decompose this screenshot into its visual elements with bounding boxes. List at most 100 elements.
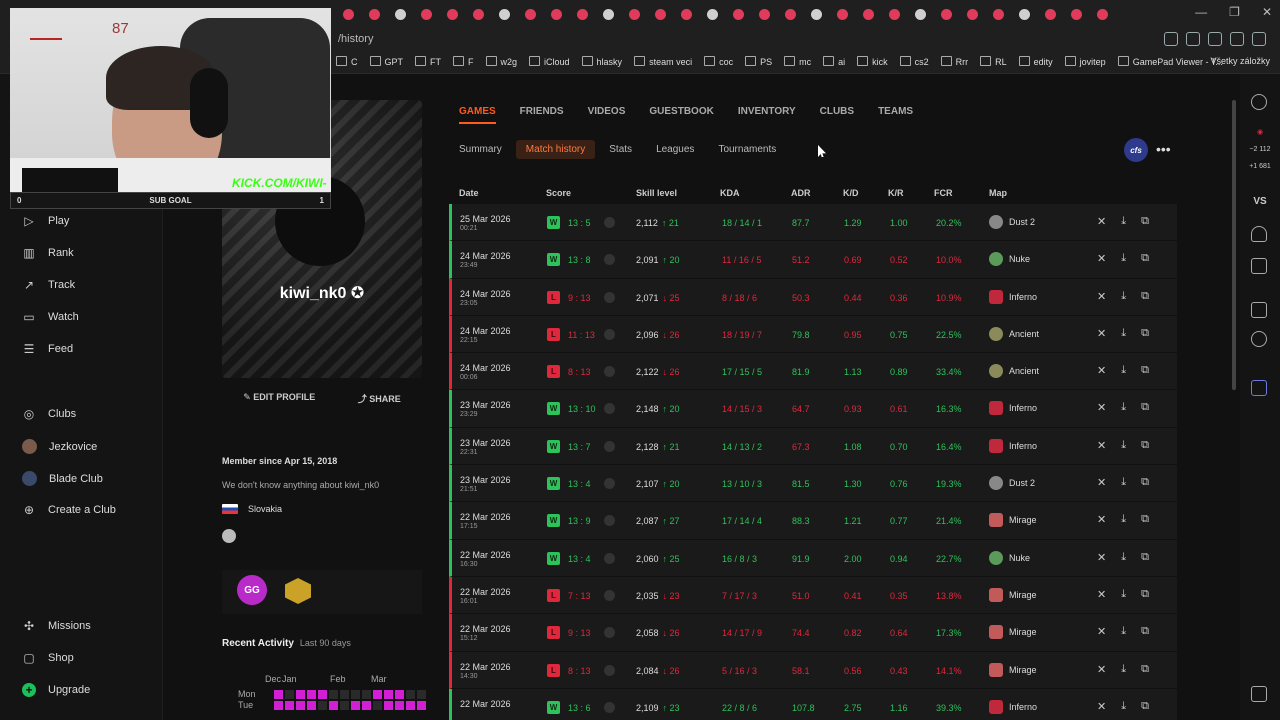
column-header-score[interactable]: Score	[546, 188, 571, 198]
sidebar-item-upgrade[interactable]: + Upgrade	[22, 683, 90, 697]
browser-tab[interactable]	[806, 4, 826, 24]
bookmark-item[interactable]: w2g	[486, 56, 518, 67]
sidebar-item-feed[interactable]: ☰ Feed	[22, 342, 73, 356]
bookmark-item[interactable]: edity	[1019, 56, 1053, 67]
browser-tab[interactable]	[442, 4, 462, 24]
table-row[interactable]: 25 Mar 2026 00:21 W 13 : 5 2,112 ↑ 21 18 / 14 …	[449, 204, 1177, 242]
download-icon[interactable]: ⤓	[1121, 700, 1126, 713]
close-icon[interactable]: ✕	[1262, 5, 1272, 19]
external-link-icon[interactable]: ⧉	[1141, 290, 1149, 303]
tools-icon[interactable]: ✕	[1097, 476, 1106, 489]
table-row[interactable]: 23 Mar 2026 21:51 W 13 : 4 2,107 ↑ 20 13 / 10 …	[449, 465, 1177, 503]
browser-tab[interactable]	[936, 4, 956, 24]
browser-tab[interactable]	[468, 4, 488, 24]
browser-tab[interactable]	[858, 4, 878, 24]
bookmark-item[interactable]: jovitep	[1065, 56, 1106, 67]
party-icon[interactable]	[1251, 258, 1267, 274]
column-header-adr[interactable]: ADR	[791, 188, 811, 198]
table-row[interactable]: 22 Mar 2026 16:30 W 13 : 4 2,060 ↑ 25 16 / 8 /…	[449, 539, 1177, 577]
external-link-icon[interactable]: ⧉	[1141, 327, 1149, 340]
download-icon[interactable]: ⤓	[1121, 327, 1126, 340]
tab-strip[interactable]	[338, 4, 1112, 24]
browser-tab[interactable]	[702, 4, 722, 24]
tools-icon[interactable]: ✕	[1097, 215, 1106, 228]
tools-icon[interactable]: ✕	[1097, 327, 1106, 340]
chat-icon[interactable]	[1251, 686, 1267, 702]
download-icon[interactable]: ⤓	[1121, 364, 1126, 377]
external-link-icon[interactable]: ⧉	[1141, 700, 1149, 713]
browser-tab[interactable]	[780, 4, 800, 24]
bookmark-item[interactable]: kick	[857, 56, 888, 67]
browser-tab[interactable]	[832, 4, 852, 24]
column-header-fcr[interactable]: FCR	[934, 188, 953, 198]
bookmark-item[interactable]: GPT	[370, 56, 404, 67]
bookmark-item[interactable]: GamePad Viewer - T...	[1118, 56, 1223, 67]
url-text[interactable]: /history	[338, 33, 373, 45]
table-row[interactable]: 22 Mar 2026 15:12 L 9 : 13 2,058 ↓ 26 14 / 17 …	[449, 614, 1177, 652]
table-row[interactable]: 22 Mar 2026 17:15 W 13 : 9 2,087 ↑ 27 17 / 14 …	[449, 502, 1177, 540]
sidebar-item-create-club[interactable]: ⊕ Create a Club	[22, 503, 116, 517]
external-link-icon[interactable]: ⧉	[1141, 252, 1149, 265]
browser-tab[interactable]	[884, 4, 904, 24]
column-header-kr[interactable]: K/R	[888, 188, 904, 198]
external-link-icon[interactable]: ⧉	[1141, 215, 1149, 228]
tab-teams[interactable]: TEAMS	[878, 106, 913, 124]
translate-icon[interactable]	[1164, 32, 1178, 46]
gold-badge-icon[interactable]	[285, 578, 311, 604]
bookmark-item[interactable]: steam veci	[634, 56, 692, 67]
extension-icon[interactable]	[1208, 32, 1222, 46]
bookmark-item[interactable]: cs2	[900, 56, 929, 67]
browser-tab[interactable]	[572, 4, 592, 24]
bookmark-item[interactable]: iCloud	[529, 56, 570, 67]
browser-tab[interactable]	[650, 4, 670, 24]
tools-icon[interactable]: ✕	[1097, 439, 1106, 452]
tools-icon[interactable]: ✕	[1097, 588, 1106, 601]
more-options-icon[interactable]: •••	[1156, 141, 1171, 157]
bookmark-item[interactable]: coc	[704, 56, 733, 67]
external-link-icon[interactable]: ⧉	[1141, 551, 1149, 564]
tab-clubs[interactable]: CLUBS	[820, 106, 854, 124]
tab-videos[interactable]: VIDEOS	[588, 106, 626, 124]
download-icon[interactable]: ⤓	[1121, 401, 1126, 414]
download-icon[interactable]: ⤓	[1121, 625, 1126, 638]
share-icon[interactable]	[1186, 32, 1200, 46]
table-row[interactable]: 24 Mar 2026 22:15 L 11 : 13 2,096 ↓ 26 18 / 19…	[449, 315, 1177, 354]
external-link-icon[interactable]: ⧉	[1141, 513, 1149, 526]
column-header-kda[interactable]: KDA	[720, 188, 740, 198]
edit-profile-button[interactable]: ✎ EDIT PROFILE	[243, 392, 315, 405]
browser-tab[interactable]	[546, 4, 566, 24]
bookmark-item[interactable]: F	[453, 56, 474, 67]
list-icon[interactable]	[1251, 302, 1267, 318]
browser-tab[interactable]	[754, 4, 774, 24]
subtab-leagues[interactable]: Leagues	[646, 140, 704, 159]
sidebar-item-watch[interactable]: ▭ Watch	[22, 310, 78, 324]
bell-icon[interactable]	[1251, 226, 1267, 242]
tab-games[interactable]: GAMES	[459, 106, 496, 124]
tools-icon[interactable]: ✕	[1097, 290, 1106, 303]
browser-tab[interactable]	[416, 4, 436, 24]
sidebar-item-shop[interactable]: ▢ Shop	[22, 651, 73, 665]
browser-tab[interactable]	[910, 4, 930, 24]
external-link-icon[interactable]: ⧉	[1141, 588, 1149, 601]
bookmark-item[interactable]: RL	[980, 56, 1007, 67]
download-icon[interactable]: ⤓	[1121, 588, 1126, 601]
browser-tab[interactable]	[1066, 4, 1086, 24]
table-row[interactable]: 23 Mar 2026 23:29 W 13 : 10 2,148 ↑ 20 14 / 15…	[449, 390, 1177, 428]
browser-tab[interactable]	[338, 4, 358, 24]
tools-icon[interactable]: ✕	[1097, 252, 1106, 265]
subtab-tournaments[interactable]: Tournaments	[708, 140, 786, 159]
table-row[interactable]: 22 Mar 2026 14:30 L 8 : 13 2,084 ↓ 26 5 / 16 /…	[449, 651, 1177, 689]
subtab-summary[interactable]: Summary	[449, 140, 512, 159]
download-icon[interactable]: ⤓	[1121, 551, 1126, 564]
table-row[interactable]: 24 Mar 2026 23:49 W 13 : 8 2,091 ↑ 20 11 / 16 …	[449, 241, 1177, 279]
external-link-icon[interactable]: ⧉	[1141, 625, 1149, 638]
external-link-icon[interactable]: ⧉	[1141, 401, 1149, 414]
subtab-stats[interactable]: Stats	[599, 140, 642, 159]
bookmark-item[interactable]: Rrr	[941, 56, 969, 67]
browser-tab[interactable]	[962, 4, 982, 24]
browser-tab[interactable]	[494, 4, 514, 24]
column-header-kd[interactable]: K/D	[843, 188, 859, 198]
tab-guestbook[interactable]: GUESTBOOK	[649, 106, 713, 124]
download-icon[interactable]: ⤓	[1121, 663, 1126, 676]
sidebar-item-missions[interactable]: ✣ Missions	[22, 619, 91, 633]
